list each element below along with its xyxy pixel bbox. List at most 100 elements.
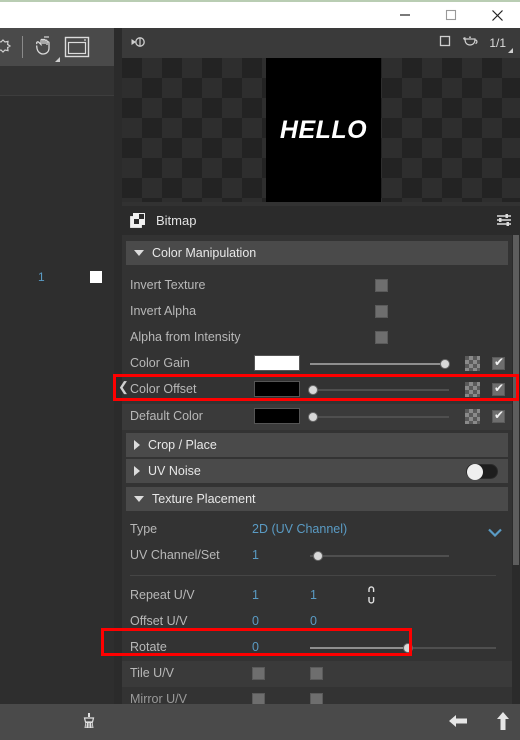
status-bar-navigation (448, 711, 512, 736)
default-color-enable-checkbox[interactable] (492, 408, 505, 423)
invert-texture-checkbox[interactable] (375, 279, 388, 292)
window-titlebar (0, 0, 520, 28)
sliders-icon[interactable] (496, 213, 512, 232)
uv-channel-slider-track[interactable] (310, 555, 449, 557)
row-rotate[interactable]: Rotate 0 (122, 635, 512, 661)
teapot-icon[interactable] (462, 34, 478, 52)
row-offset-uv[interactable]: Offset U/V 0 0 (122, 609, 512, 635)
preview-toolbar-right-icons: 1/1 (439, 28, 513, 58)
highlight-pointer-default-color: ❮ (118, 379, 129, 394)
brush-icon[interactable] (80, 712, 98, 730)
row-label: Offset U/V (130, 614, 188, 628)
default-color-swatch[interactable] (254, 408, 300, 424)
row-label: Alpha from Intensity (130, 330, 241, 344)
mirror-u-checkbox[interactable] (252, 693, 265, 704)
dropdown-caret-icon[interactable] (55, 57, 60, 62)
row-default-color[interactable]: Default Color (122, 404, 512, 430)
chevron-down-icon[interactable] (134, 250, 144, 256)
row-tile-uv[interactable]: Tile U/V (122, 661, 512, 687)
repeat-u-value[interactable]: 1 (252, 588, 259, 602)
material-preview-toolbar: 1/1 (122, 28, 520, 58)
window-icon[interactable] (61, 28, 93, 66)
properties-scrollbar[interactable] (512, 235, 520, 704)
arrow-left-icon[interactable] (448, 712, 468, 735)
chevron-right-icon[interactable] (134, 466, 140, 476)
row-color-offset[interactable]: Color Offset (122, 377, 512, 403)
uv-noise-toggle-knob[interactable] (467, 464, 483, 480)
zoom-dropdown-caret-icon[interactable] (508, 48, 513, 53)
rotate-value[interactable]: 0 (252, 640, 259, 654)
offset-u-value[interactable]: 0 (252, 614, 259, 628)
bitmap-header[interactable]: Bitmap (122, 206, 520, 235)
select-hand-icon[interactable] (31, 28, 61, 66)
maximize-button[interactable] (428, 2, 474, 28)
left-panel-swatch[interactable] (90, 271, 102, 283)
color-gain-swatch[interactable] (254, 355, 300, 371)
left-panel-row[interactable]: 1 (0, 266, 114, 288)
section-crop-place[interactable]: Crop / Place (126, 433, 508, 457)
row-color-gain[interactable]: Color Gain (122, 351, 512, 377)
chevron-right-icon[interactable] (134, 440, 140, 450)
uv-channel-value[interactable]: 1 (252, 548, 259, 562)
color-gain-slider-knob[interactable] (440, 359, 450, 369)
row-label: Invert Texture (130, 278, 206, 292)
offset-v-value[interactable]: 0 (310, 614, 317, 628)
alpha-from-intensity-checkbox[interactable] (375, 331, 388, 344)
uv-channel-slider-knob[interactable] (313, 551, 323, 561)
section-uv-noise[interactable]: UV Noise (126, 459, 508, 483)
tile-v-checkbox[interactable] (310, 667, 323, 680)
zoom-level-indicator[interactable]: 1/1 (489, 36, 513, 53)
color-offset-swatch[interactable] (254, 381, 300, 397)
left-panel-header (0, 66, 114, 96)
default-color-slider-knob[interactable] (308, 412, 318, 422)
left-toolbar (0, 28, 114, 66)
rotate-slider-knob[interactable] (403, 643, 413, 653)
invert-alpha-checkbox[interactable] (375, 305, 388, 318)
row-invert-texture[interactable]: Invert Texture (122, 273, 512, 299)
zoom-level-label: 1/1 (489, 36, 506, 50)
type-value[interactable]: 2D (UV Channel) (252, 522, 347, 536)
color-offset-slider-track[interactable] (310, 389, 449, 391)
minimize-button[interactable] (382, 2, 428, 28)
row-uv-channel-set[interactable]: UV Channel/Set 1 (122, 543, 512, 569)
close-button[interactable] (474, 2, 520, 28)
square-icon[interactable] (439, 34, 451, 52)
chevron-down-icon[interactable] (134, 496, 144, 502)
section-color-manipulation[interactable]: Color Manipulation (126, 241, 508, 265)
tile-u-checkbox[interactable] (252, 667, 265, 680)
row-label: Tile U/V (130, 666, 174, 680)
uv-noise-toggle[interactable] (466, 464, 498, 480)
color-offset-enable-checkbox[interactable] (492, 381, 505, 396)
rotate-slider-track-filled[interactable] (310, 647, 408, 649)
gear-icon[interactable] (0, 28, 14, 66)
color-gain-enable-checkbox[interactable] (492, 355, 505, 370)
section-divider (130, 575, 496, 576)
color-offset-slider-knob[interactable] (308, 385, 318, 395)
section-title: Crop / Place (148, 438, 217, 452)
row-label: Repeat U/V (130, 588, 195, 602)
section-texture-placement[interactable]: Texture Placement (126, 487, 508, 511)
row-label: Type (130, 522, 158, 536)
rotate-slider-track[interactable] (408, 647, 496, 649)
color-gain-map-button[interactable] (465, 356, 480, 371)
row-invert-alpha[interactable]: Invert Alpha (122, 299, 512, 325)
property-rows-container: Color Manipulation Invert Texture Invert… (122, 235, 512, 704)
section-title: Texture Placement (152, 492, 256, 506)
type-dropdown-chevron-icon[interactable] (488, 524, 502, 542)
color-offset-map-button[interactable] (465, 382, 480, 397)
texture-preview[interactable]: HELLO (122, 58, 520, 202)
row-mirror-uv[interactable]: Mirror U/V (122, 687, 512, 704)
default-color-slider-track[interactable] (310, 416, 449, 418)
color-gain-slider-track[interactable] (310, 363, 449, 365)
default-color-map-button[interactable] (465, 409, 480, 424)
app-root: 1 1/1 HELLO Bitmap Color Manipulation In… (0, 0, 520, 740)
row-repeat-uv[interactable]: Repeat U/V 1 1 (122, 583, 512, 609)
repeat-v-value[interactable]: 1 (310, 588, 317, 602)
render-preview-icon[interactable] (130, 35, 148, 54)
row-type[interactable]: Type 2D (UV Channel) (122, 517, 512, 543)
link-icon[interactable] (365, 586, 378, 609)
row-alpha-from-intensity[interactable]: Alpha from Intensity (122, 325, 512, 351)
mirror-v-checkbox[interactable] (310, 693, 323, 704)
arrow-up-icon[interactable] (494, 711, 512, 736)
scrollbar-thumb[interactable] (513, 235, 519, 565)
